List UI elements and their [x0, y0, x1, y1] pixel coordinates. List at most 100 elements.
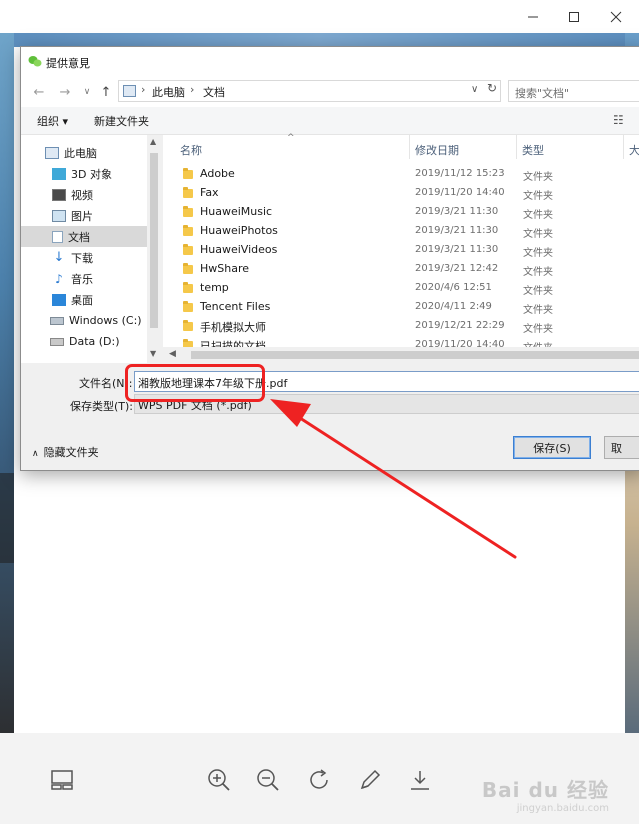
nav-item-downloads[interactable]: ↓ 下载 — [21, 247, 147, 268]
refresh-button[interactable]: ↻ — [483, 80, 501, 96]
edit-pen-icon[interactable] — [357, 767, 383, 793]
back-button[interactable]: ← — [31, 84, 47, 100]
column-divider[interactable] — [409, 135, 410, 159]
file-row[interactable]: HuaweiPhotos 2019/3/21 11:30 文件夹 — [163, 222, 639, 241]
forward-arrow-icon: → — [59, 84, 71, 100]
sort-up-icon: ^ — [287, 133, 295, 143]
nav-scroll-thumb[interactable] — [150, 153, 158, 328]
zoom-in-icon[interactable] — [206, 767, 232, 793]
scroll-left-icon[interactable]: ◀ — [169, 349, 176, 359]
rotate-icon[interactable] — [307, 767, 333, 793]
column-divider[interactable] — [516, 135, 517, 159]
baidu-watermark: Bai du 经验 jingyan.baidu.com — [482, 774, 609, 814]
folder-icon — [183, 282, 193, 293]
nav-item-3d-objects[interactable]: 3D 对象 — [21, 163, 147, 184]
file-modified: 2020/4/11 2:49 — [415, 301, 492, 312]
forward-button[interactable]: → — [57, 84, 73, 100]
minimize-button[interactable] — [510, 0, 556, 33]
app-icon — [28, 56, 42, 67]
file-modified: 2019/12/21 22:29 — [415, 320, 505, 331]
nav-item-videos[interactable]: 视频 — [21, 184, 147, 205]
nav-item-label: Data (D:) — [69, 335, 120, 348]
download-icon[interactable] — [407, 767, 433, 793]
column-name[interactable]: 名称 — [180, 142, 202, 158]
new-folder-button[interactable]: 新建文件夹 — [94, 113, 149, 129]
file-row[interactable]: 已扫描的文档 2019/11/20 14:40 文件夹 — [163, 336, 639, 347]
column-type[interactable]: 类型 — [522, 142, 544, 158]
drive-icon — [50, 337, 64, 346]
up-button[interactable]: ↑ — [98, 84, 114, 100]
video-icon — [52, 188, 66, 201]
documents-icon — [52, 230, 63, 243]
cancel-button[interactable]: 取 — [604, 436, 639, 459]
nav-item-label: Windows (C:) — [69, 314, 142, 327]
dialog-title: 提供意見 — [46, 57, 90, 70]
column-modified[interactable]: 修改日期 — [415, 142, 459, 158]
organize-button[interactable]: 组织 ▾ — [37, 113, 68, 129]
save-as-dialog: 提供意見 ← → ∨ ↑ › 此电脑 › 文档 ∨ ↻ 搜索"文档" 组织 ▾ … — [20, 46, 639, 471]
nav-item-music[interactable]: ♪ 音乐 — [21, 268, 147, 289]
file-row[interactable]: Tencent Files 2020/4/11 2:49 文件夹 — [163, 298, 639, 317]
music-icon: ♪ — [55, 271, 63, 286]
recent-locations-button[interactable]: ∨ — [79, 84, 95, 100]
nav-item-pictures[interactable]: 图片 — [21, 205, 147, 226]
nav-item-drive-c[interactable]: Windows (C:) — [21, 310, 147, 331]
file-row[interactable]: 手机模拟大师 2019/12/21 22:29 文件夹 — [163, 317, 639, 336]
nav-item-label: 文档 — [68, 230, 90, 244]
folder-icon — [183, 263, 193, 274]
file-list-hscrollbar[interactable]: ◀ — [163, 347, 639, 363]
desktop-icon — [52, 293, 66, 306]
column-divider[interactable] — [623, 135, 624, 159]
nav-item-label: 音乐 — [71, 272, 93, 286]
file-modified: 2019/11/12 15:23 — [415, 168, 505, 179]
breadcrumb-separator-icon: › — [141, 83, 146, 96]
layout-icon[interactable] — [49, 767, 75, 793]
nav-item-drive-d[interactable]: Data (D:) — [21, 331, 147, 352]
annotation-highlight-box — [125, 364, 265, 402]
file-name: 手机模拟大师 — [200, 321, 266, 334]
nav-item-documents[interactable]: 文档 — [21, 226, 147, 247]
search-input[interactable]: 搜索"文档" — [508, 80, 639, 102]
close-button[interactable] — [593, 0, 639, 33]
scroll-up-icon[interactable]: ▲ — [150, 137, 156, 146]
maximize-button[interactable] — [551, 0, 597, 33]
file-row[interactable]: HuaweiVideos 2019/3/21 11:30 文件夹 — [163, 241, 639, 260]
breadcrumb-documents[interactable]: 文档 — [203, 84, 225, 100]
computer-icon — [45, 146, 59, 159]
close-icon — [610, 11, 622, 22]
hide-folders-toggle[interactable]: ∧ 隐藏文件夹 — [32, 444, 99, 460]
file-modified: 2020/4/6 12:51 — [415, 282, 492, 293]
folder-icon — [183, 206, 193, 217]
watermark-sub: jingyan.baidu.com — [516, 803, 609, 814]
file-row[interactable]: temp 2020/4/6 12:51 文件夹 — [163, 279, 639, 298]
file-type: 文件夹 — [523, 172, 553, 183]
zoom-out-icon[interactable] — [255, 767, 281, 793]
view-options-icon[interactable]: ☷ — [613, 113, 624, 127]
column-header-row: ^ 名称 修改日期 类型 大 — [163, 133, 639, 159]
command-bar: 组织 ▾ 新建文件夹 ☷ — [21, 107, 639, 135]
file-row[interactable]: Adobe 2019/11/12 15:23 文件夹 — [163, 165, 639, 184]
address-bar[interactable]: › 此电脑 › 文档 ∨ — [118, 80, 501, 102]
nav-pane-scrollbar[interactable]: ▲ ▼ — [147, 135, 161, 363]
minimize-icon — [528, 16, 538, 17]
nav-item-label: 下载 — [71, 251, 93, 265]
folder-icon — [183, 225, 193, 236]
folder-icon — [183, 244, 193, 255]
nav-item-this-pc[interactable]: 此电脑 — [21, 142, 147, 163]
file-row[interactable]: Fax 2019/11/20 14:40 文件夹 — [163, 184, 639, 203]
file-modified: 2019/3/21 11:30 — [415, 225, 499, 236]
column-size[interactable]: 大 — [629, 142, 639, 158]
nav-item-desktop[interactable]: 桌面 — [21, 289, 147, 310]
breadcrumb-this-pc[interactable]: 此电脑 — [152, 84, 185, 100]
file-row[interactable]: HwShare 2019/3/21 12:42 文件夹 — [163, 260, 639, 279]
file-name: Tencent Files — [200, 300, 271, 313]
save-button[interactable]: 保存(S) — [513, 436, 591, 459]
chevron-down-icon[interactable]: ∨ — [471, 84, 478, 95]
background-photo-top — [14, 33, 625, 47]
folder-icon — [183, 301, 193, 312]
file-row[interactable]: HuaweiMusic 2019/3/21 11:30 文件夹 — [163, 203, 639, 222]
hscroll-thumb[interactable] — [191, 351, 639, 359]
file-name: temp — [200, 281, 229, 294]
scroll-down-icon[interactable]: ▼ — [150, 349, 156, 358]
file-modified: 2019/3/21 11:30 — [415, 206, 499, 217]
